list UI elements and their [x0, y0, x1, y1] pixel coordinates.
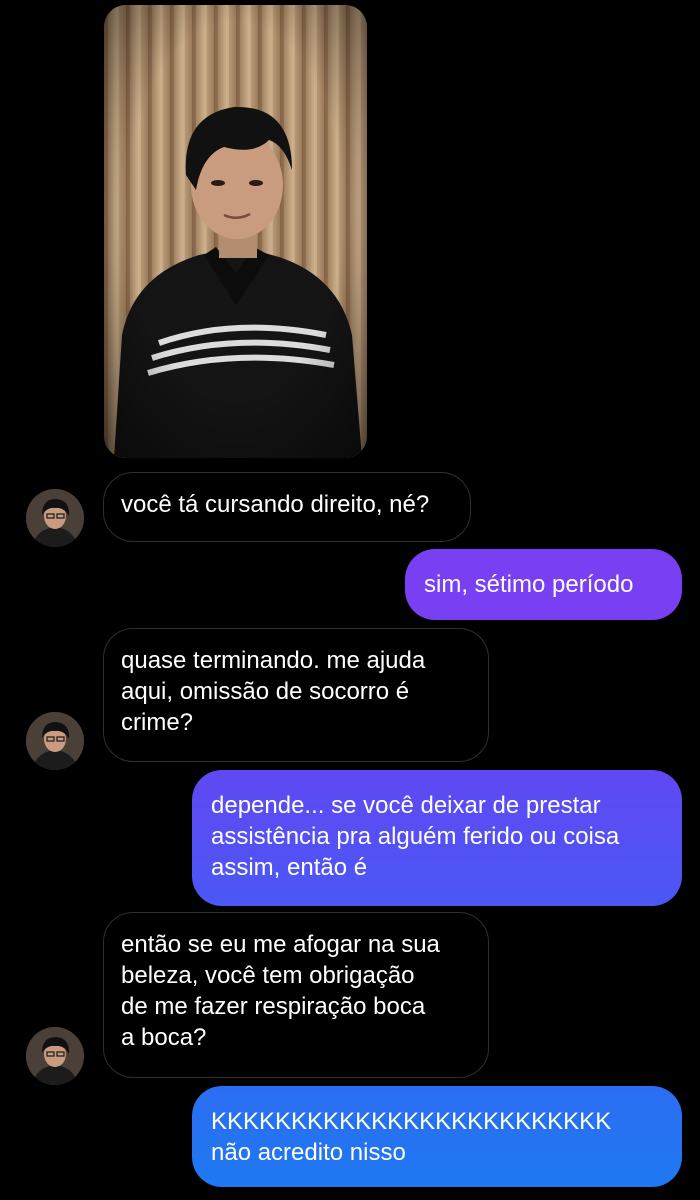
avatar-image — [26, 712, 84, 770]
portrait-photo-image — [104, 5, 367, 458]
received-message-bubble[interactable]: você tá cursando direito, né? — [103, 472, 471, 542]
avatar-image — [26, 489, 84, 547]
contact-avatar[interactable] — [26, 489, 84, 547]
avatar-image — [26, 1027, 84, 1085]
sent-message-bubble[interactable]: KKKKKKKKKKKKKKKKKKKKKKKKK não acredito n… — [192, 1086, 682, 1187]
chat-screen: você tá cursando direito, né? sim, sétim… — [0, 0, 700, 1200]
contact-avatar[interactable] — [26, 1027, 84, 1085]
sent-message-bubble[interactable]: depende... se você deixar de prestar ass… — [192, 770, 682, 906]
received-message-bubble[interactable]: então se eu me afogar na sua beleza, voc… — [103, 912, 489, 1078]
received-message-bubble[interactable]: quase terminando. me ajuda aqui, omissão… — [103, 628, 489, 762]
contact-avatar[interactable] — [26, 712, 84, 770]
sent-message-bubble[interactable]: sim, sétimo período — [405, 549, 682, 620]
shared-photo-message[interactable] — [104, 5, 367, 458]
